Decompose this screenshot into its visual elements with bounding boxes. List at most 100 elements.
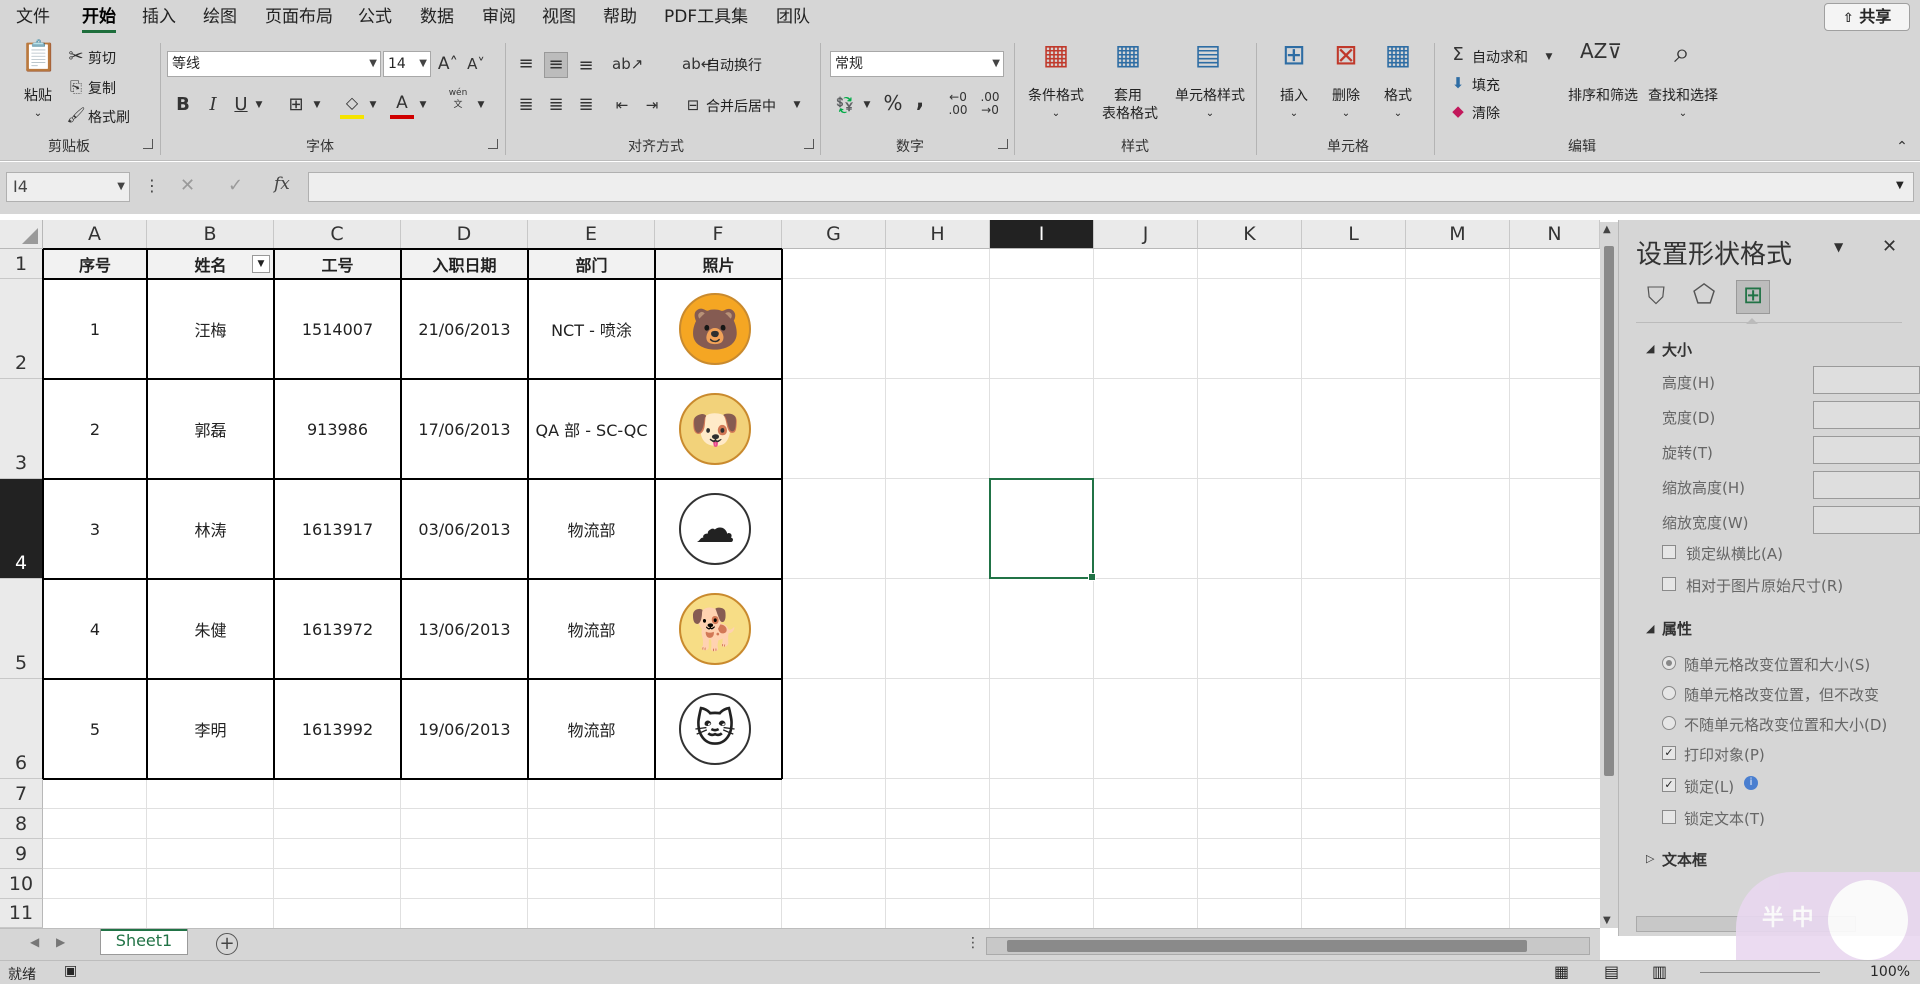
column-header-E[interactable]: E [528,220,655,249]
chevron-down-icon[interactable]: ⌄ [1170,105,1250,123]
paste-icon[interactable]: 📋 [20,42,57,81]
fill-icon[interactable]: ⬇ [1448,71,1468,95]
row-header-8[interactable]: 8 [0,809,43,839]
clipboard-launcher[interactable] [143,139,153,149]
alignment-launcher[interactable] [804,139,814,149]
column-header-K[interactable]: K [1198,220,1302,249]
table-cell[interactable]: 林涛 [147,479,274,579]
column-header-C[interactable]: C [274,220,401,249]
paste-button[interactable]: 粘贴 [18,87,58,105]
decrease-font-icon[interactable]: A˅ [464,52,488,76]
zoom-slider[interactable] [1700,972,1820,973]
format-as-table-line1[interactable]: 套用 [1092,87,1164,105]
autosum-icon[interactable]: Σ [1448,43,1468,67]
align-middle-icon[interactable]: ≡ [544,52,568,78]
align-right-icon[interactable]: ≣ [574,93,598,117]
table-cell[interactable]: 03/06/2013 [401,479,528,579]
conditional-format-icon[interactable]: ▦ [1038,41,1074,79]
tab-view[interactable]: 视图 [542,0,576,35]
collapse-ribbon-icon[interactable]: ⌃ [1894,135,1910,159]
cut-button[interactable]: 剪切 [88,48,116,68]
column-header-D[interactable]: D [401,220,528,249]
clear-icon[interactable]: ◆ [1448,99,1468,123]
width-input[interactable] [1813,401,1920,429]
tab-team[interactable]: 团队 [776,0,810,35]
table-cell[interactable]: 1514007 [274,279,401,379]
insert-cells-icon[interactable]: ⊞ [1276,41,1312,79]
page-break-view-icon[interactable]: ▥ [1652,962,1667,981]
tab-pdf-tools[interactable]: PDF工具集 [664,0,748,35]
bold-button[interactable]: B [172,93,194,117]
active-cell-I4[interactable] [989,478,1096,581]
row-header-11[interactable]: 11 [0,899,43,928]
increase-decimal-icon[interactable]: ←0.00 [944,91,972,117]
cell-styles-button[interactable]: 单元格样式 [1170,87,1250,105]
column-header-B[interactable]: B [147,220,274,249]
align-center-icon[interactable]: ≣ [544,93,568,117]
row-header-1[interactable]: 1 [0,249,43,279]
fill-line-icon[interactable]: ⛉ [1640,282,1672,314]
formula-input[interactable] [308,172,1914,202]
table-cell[interactable]: QA 部 - SC-QC [528,379,655,479]
row-header-2[interactable]: 2 [0,279,43,379]
sort-filter-button[interactable]: 排序和筛选 [1560,87,1646,105]
wrap-text-icon[interactable]: ab↵ [682,52,713,76]
conditional-format-button[interactable]: 条件格式 [1020,87,1092,105]
relative-size-checkbox[interactable] [1662,577,1676,591]
table-cell[interactable]: 汪梅 [147,279,274,379]
table-header-cell[interactable]: 序号 [43,249,147,279]
merge-icon[interactable]: ⊟ [682,93,704,117]
row-header-7[interactable]: 7 [0,779,43,809]
cancel-icon[interactable]: ✕ [180,175,195,196]
format-as-table-icon[interactable]: ▦ [1110,41,1146,79]
chevron-down-icon[interactable]: ▼ [252,93,266,117]
table-header-cell[interactable]: 部门 [528,249,655,279]
table-cell[interactable]: 1613972 [274,579,401,679]
insert-function-button[interactable]: fx [274,174,290,194]
table-cell[interactable]: 物流部 [528,679,655,779]
cut-icon[interactable]: ✂ [66,45,86,69]
pane-options-icon[interactable]: ▼ [1834,240,1843,254]
clear-button[interactable]: 清除 [1472,103,1500,123]
chevron-down-icon[interactable]: ▼ [860,93,874,117]
move-size-radio[interactable] [1662,656,1676,670]
accounting-icon[interactable]: 💱 [832,93,858,117]
format-as-table-button[interactable]: 表格格式 [1088,105,1172,123]
more-icon[interactable]: ⋮ [966,935,980,951]
chevron-down-icon[interactable]: ▼ [310,93,324,117]
table-cell[interactable]: 李明 [147,679,274,779]
decrease-indent-icon[interactable]: ⇤ [610,93,634,117]
cloud-sticker-icon[interactable]: ☁ [679,493,751,565]
sheet-tab-sheet1[interactable]: Sheet1 [100,929,188,955]
column-header-F[interactable]: F [655,220,782,249]
lock-text-checkbox[interactable] [1662,810,1676,824]
print-object-checkbox[interactable]: ✓ [1662,746,1676,760]
table-cell[interactable]: 1 [43,279,147,379]
find-select-icon[interactable]: ⌕ [1664,39,1700,77]
page-layout-view-icon[interactable]: ▤ [1604,962,1619,981]
column-header-N[interactable]: N [1510,220,1600,249]
add-sheet-icon[interactable]: + [216,933,238,955]
close-icon[interactable]: ✕ [1882,236,1897,257]
align-left-icon[interactable]: ≣ [514,93,538,117]
horizontal-scrollbar[interactable] [986,937,1590,955]
row-header-5[interactable]: 5 [0,579,43,679]
table-cell[interactable]: 物流部 [528,479,655,579]
chevron-down-icon[interactable]: ▼ [474,93,488,117]
row-header-3[interactable]: 3 [0,379,43,479]
next-sheet-icon[interactable]: ▶ [56,935,65,949]
expand-textbox-icon[interactable]: ▷ [1646,852,1654,865]
font-name-select[interactable]: 等线 ▼ [167,51,381,77]
locked-checkbox[interactable]: ✓ [1662,778,1676,792]
table-cell[interactable]: 郭磊 [147,379,274,479]
wrap-text-button[interactable]: 自动换行 [706,55,762,75]
table-cell[interactable]: 19/06/2013 [401,679,528,779]
tab-page-layout[interactable]: 页面布局 [265,0,333,35]
scroll-thumb[interactable] [1007,940,1527,952]
number-format-select[interactable]: 常规 ▼ [830,51,1004,77]
percent-button[interactable]: % [880,91,906,115]
format-cells-button[interactable]: 格式 [1378,87,1418,105]
font-launcher[interactable] [488,139,498,149]
italic-button[interactable]: I [202,93,224,117]
hello-kitty-sticker-icon[interactable]: 🐱 [679,693,751,765]
